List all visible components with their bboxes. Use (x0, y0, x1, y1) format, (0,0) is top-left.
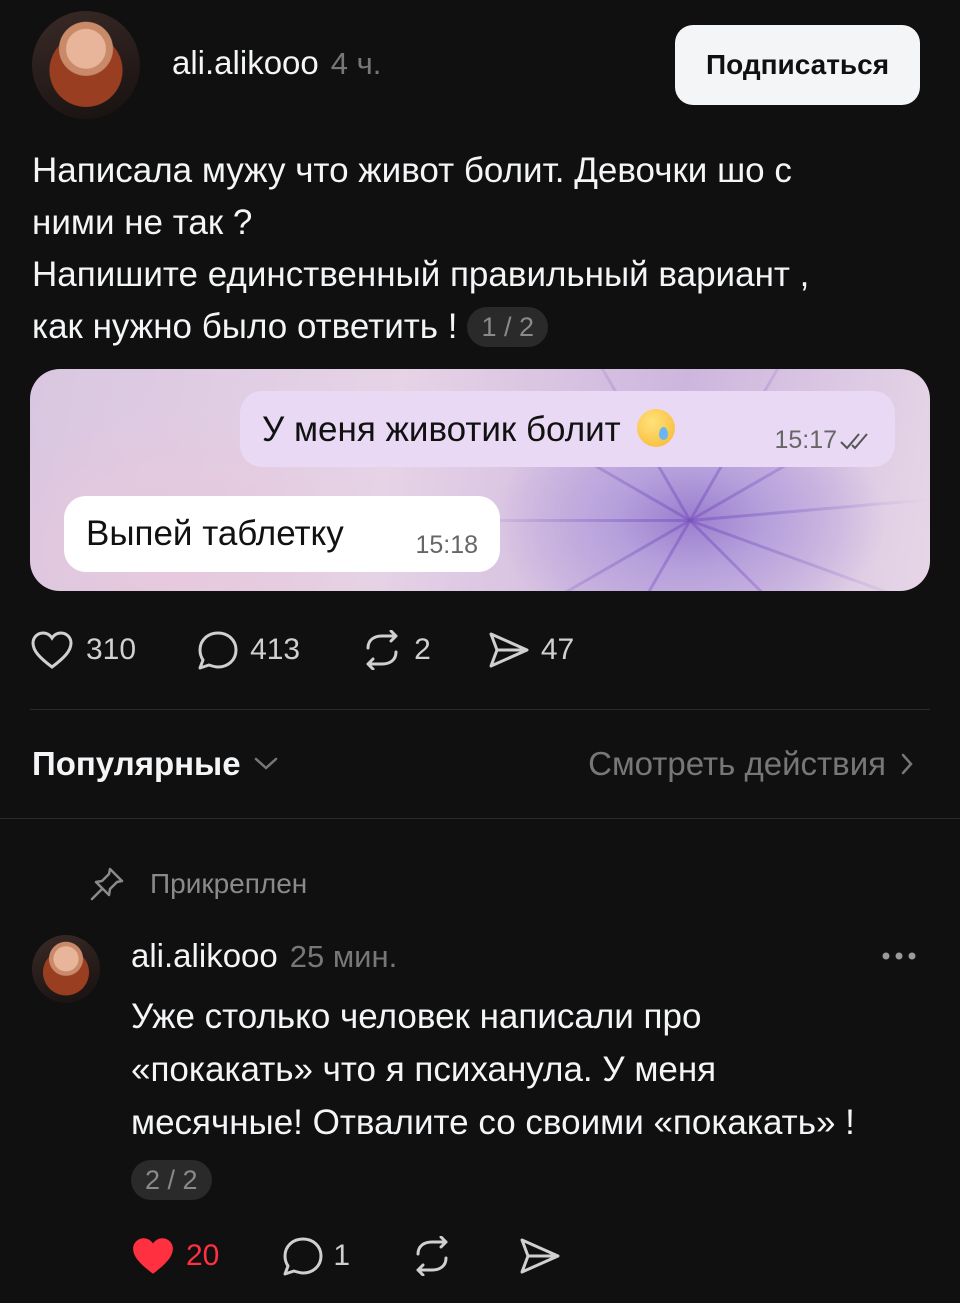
repost-button[interactable]: 2 (360, 630, 431, 670)
post-text-line: ними не так ? (32, 203, 253, 242)
comment-author-avatar[interactable] (32, 935, 100, 1003)
follow-button[interactable]: Подписаться (675, 25, 920, 105)
comment-text-line: Уже столько человек написали про (131, 997, 702, 1036)
double-check-icon (840, 433, 868, 450)
chat-bubble-outgoing: У меня животик болит 15:17 (240, 391, 895, 467)
post-text-line: Напишите единственный правильный вариант… (32, 255, 810, 294)
sort-dropdown[interactable]: Популярные (32, 745, 279, 783)
post-text-line: как нужно было ответить ! 1 / 2 (32, 301, 912, 353)
chat-message-text: Выпей таблетку (86, 514, 344, 553)
comment-reply-button[interactable]: 1 (281, 1235, 350, 1277)
heart-filled-icon (133, 1238, 173, 1274)
like-count: 310 (86, 633, 137, 666)
post-time: 4 ч. (330, 46, 382, 81)
chat-message-time: 15:17 (774, 426, 837, 454)
comment-author-username[interactable]: ali.alikooo (131, 937, 278, 975)
comment-text-line: месячные! Отвалите со своими «покакать» … (131, 1103, 855, 1142)
chevron-right-icon (901, 753, 913, 775)
chevron-down-icon (254, 757, 277, 770)
send-icon (489, 632, 529, 668)
author-avatar[interactable] (32, 11, 140, 119)
comment-text-line: «покакать» что я психанула. У меня (131, 1050, 717, 1089)
thread-page-badge: 2 / 2 (131, 1160, 212, 1200)
share-button[interactable]: 47 (487, 630, 574, 670)
sort-label: Популярные (32, 745, 241, 782)
view-activity-label: Смотреть действия (588, 745, 886, 782)
like-button[interactable]: 310 (30, 630, 136, 670)
repost-icon (366, 630, 398, 670)
repost-icon (416, 1236, 448, 1276)
post-image[interactable]: У меня животик болит 15:17 Выпей таблетк… (30, 369, 930, 591)
comment-icon (283, 1237, 323, 1276)
more-options-button[interactable] (880, 944, 920, 973)
send-icon (520, 1238, 560, 1274)
heart-icon (31, 631, 73, 669)
more-icon (882, 952, 916, 960)
divider (30, 709, 930, 710)
comment-reply-count: 1 (333, 1239, 351, 1272)
thread-page-badge: 1 / 2 (467, 307, 549, 347)
post-text-line: Написала мужу что живот болит. Девочки ш… (32, 151, 792, 190)
comment-button[interactable]: 413 (196, 629, 300, 671)
pinned-label: Прикреплен (150, 868, 308, 899)
comment-share-button[interactable] (518, 1236, 562, 1276)
comment-repost-button[interactable] (410, 1236, 454, 1276)
chat-bubble-incoming: Выпей таблетку 15:18 (64, 496, 500, 572)
post-text: Написала мужу что живот болит. Девочки ш… (32, 145, 912, 353)
view-activity-link[interactable]: Смотреть действия (588, 745, 914, 783)
post-actions: 310 413 2 47 (30, 628, 574, 672)
chat-message-time: 15:18 (415, 531, 478, 559)
crying-face-icon (636, 408, 675, 447)
comment-count: 413 (250, 633, 301, 666)
pinned-indicator: Прикреплен (88, 865, 307, 903)
share-count: 47 (540, 633, 575, 666)
pin-icon (90, 867, 124, 901)
comment-like-button[interactable]: 20 (130, 1235, 219, 1277)
comment-like-count: 20 (186, 1239, 220, 1272)
comment-icon (198, 631, 238, 670)
comment-time: 25 мин. (289, 939, 398, 974)
chat-message-text: У меня животик болит (262, 408, 675, 450)
repost-count: 2 (414, 633, 431, 666)
divider (0, 818, 960, 819)
comment-text: Уже столько человек написали про «покака… (131, 990, 931, 1206)
author-username[interactable]: ali.alikooo (172, 44, 319, 82)
comment-actions: 20 1 (130, 1234, 562, 1278)
